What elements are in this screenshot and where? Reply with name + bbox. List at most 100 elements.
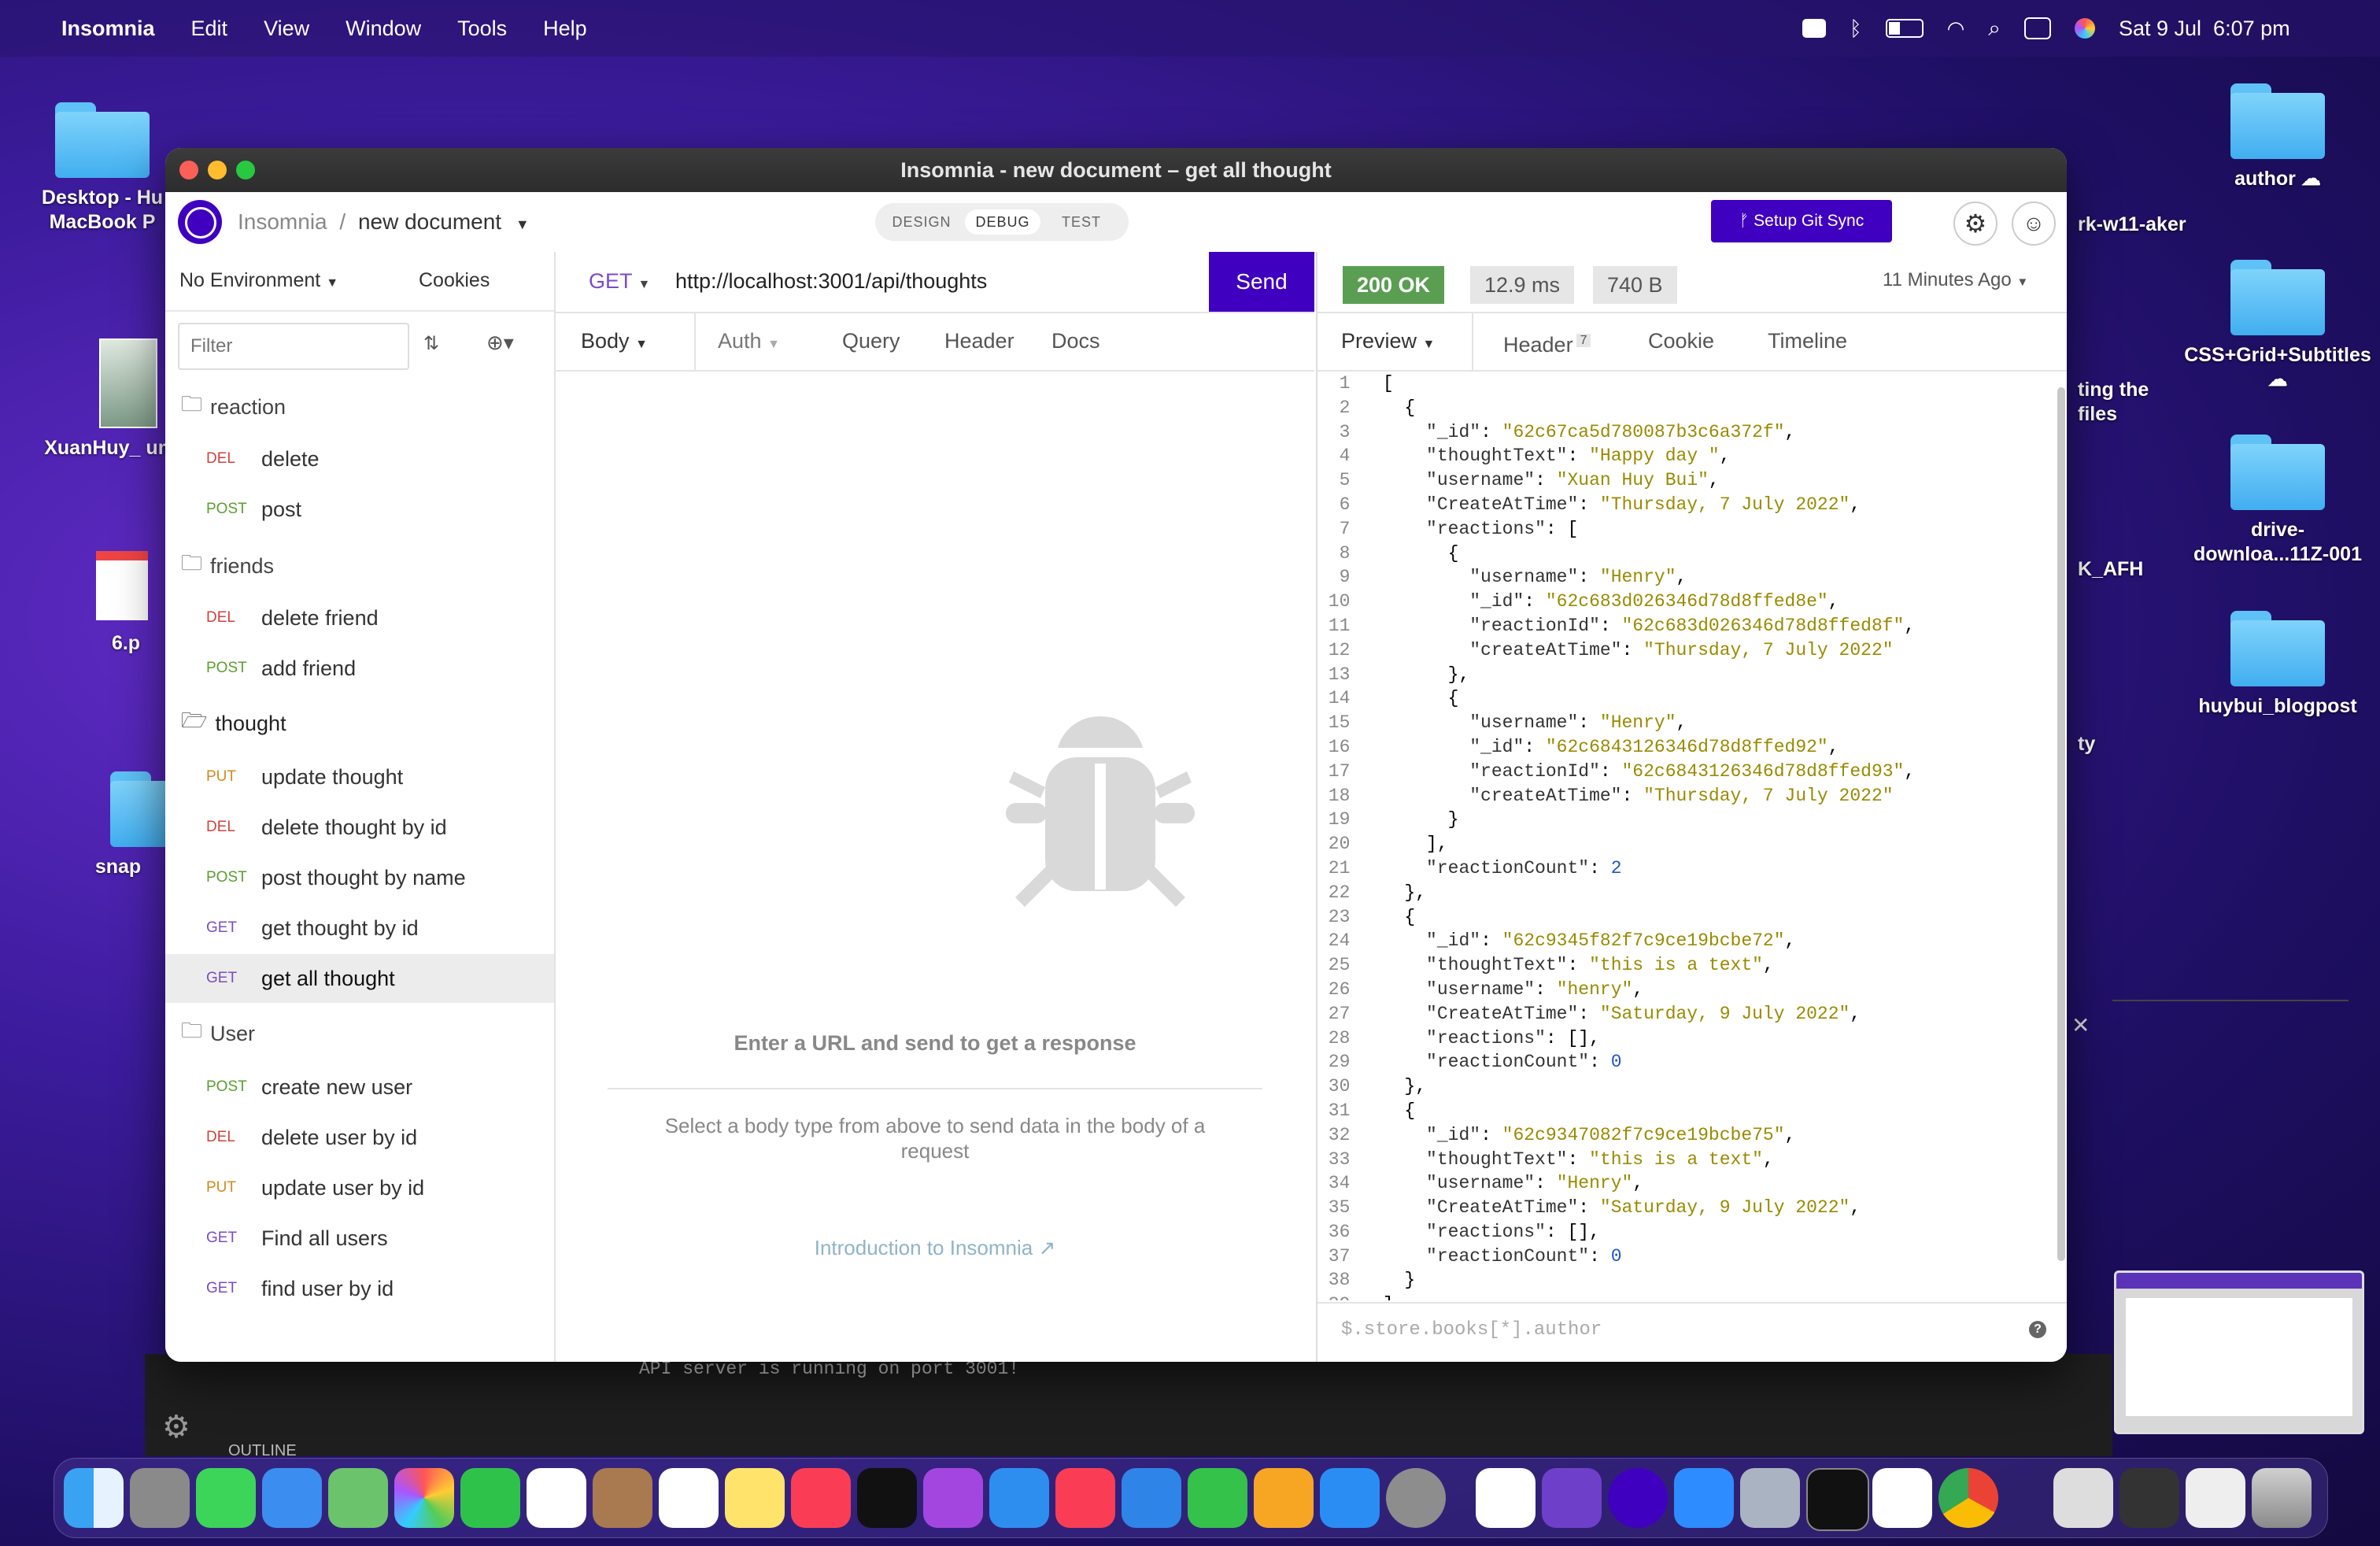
url-input[interactable]: http://localhost:3001/api/thoughts (675, 269, 987, 294)
launchpad-icon[interactable] (130, 1468, 190, 1528)
desktop-icon-partial[interactable]: K_AFH (2078, 557, 2188, 582)
chrome-icon[interactable] (1938, 1468, 1998, 1528)
request-item[interactable]: GET Find all users (165, 1214, 554, 1263)
chevron-down-icon[interactable]: ▼ (516, 216, 530, 232)
app-store-icon[interactable] (1320, 1468, 1380, 1528)
tab-body[interactable]: Body ▼ (581, 312, 648, 370)
podcasts-icon[interactable] (923, 1468, 983, 1528)
tab-header[interactable]: Header (944, 312, 1014, 370)
request-item[interactable]: GET get thought by id (165, 904, 554, 952)
settings-gear-icon[interactable]: ⚙ (162, 1409, 190, 1445)
keynote-icon[interactable] (1122, 1468, 1181, 1528)
menu-help[interactable]: Help (543, 17, 587, 41)
bluetooth-icon[interactable]: ᛒ (1850, 17, 1862, 41)
finder-icon[interactable] (64, 1468, 124, 1528)
request-item[interactable]: POST create new user (165, 1063, 554, 1111)
desktop-icon-partial[interactable]: ting the files (2078, 378, 2188, 427)
document-name[interactable]: new document (358, 209, 501, 234)
mail-icon[interactable] (262, 1468, 322, 1528)
terminal-icon[interactable] (1806, 1468, 1869, 1531)
request-item[interactable]: DEL delete user by id (165, 1113, 554, 1162)
request-item-active[interactable]: GET get all thought (165, 954, 554, 1003)
help-icon[interactable]: ? (2029, 1321, 2046, 1338)
add-icon[interactable]: ⊕▾ (486, 331, 514, 355)
folder-reaction[interactable]: 🗀 reaction (165, 383, 554, 431)
tab-preview[interactable]: Preview ▼ (1341, 312, 1435, 370)
insomnia-logo-icon[interactable] (178, 200, 222, 244)
desktop-icon-css-grid[interactable]: CSS+Grid+Subtitles ☁ (2183, 260, 2372, 392)
sort-icon[interactable]: ⇅ (423, 332, 439, 355)
safari-icon[interactable] (989, 1468, 1049, 1528)
request-item[interactable]: POST add friend (165, 644, 554, 693)
battery-icon[interactable] (1885, 19, 1924, 38)
folder-user[interactable]: 🗀 User (165, 1009, 554, 1058)
apple-tv-icon[interactable] (857, 1468, 917, 1528)
recent-window-thumbnail-icon[interactable] (2119, 1468, 2179, 1528)
settings-gear-icon[interactable]: ⚙ (1953, 202, 1998, 246)
music-icon[interactable] (791, 1468, 851, 1528)
request-item[interactable]: PUT update user by id (165, 1163, 554, 1212)
history-dropdown[interactable]: 11 Minutes Ago ▼ (1883, 269, 2028, 291)
json-preview[interactable]: 1 [ 2 { 3 "_id": "62c67ca5d780087b3c6a37… (1318, 372, 2067, 1300)
request-item[interactable]: POST post (165, 485, 554, 534)
tab-cookie[interactable]: Cookie (1648, 312, 1714, 370)
account-icon[interactable]: ☺ (2012, 202, 2056, 246)
control-center-icon[interactable] (2023, 17, 2051, 39)
desktop-icon-drive-download[interactable]: drive-downloa...11Z-001 (2191, 435, 2364, 567)
notes-icon[interactable] (725, 1468, 785, 1528)
system-preferences-icon[interactable] (1386, 1468, 1446, 1528)
reminders-icon[interactable] (659, 1468, 719, 1528)
mode-debug[interactable]: DEBUG (965, 209, 1040, 235)
clock[interactable]: Sat 9 Jul 6:07 pm (2119, 17, 2290, 41)
zoom-window-button[interactable] (236, 161, 255, 179)
request-item[interactable]: PUT update thought (165, 753, 554, 801)
recent-window-thumbnail-icon[interactable] (2053, 1468, 2113, 1528)
minimize-window-button[interactable] (208, 161, 227, 179)
tab-response-header[interactable]: Header 7 (1503, 312, 1591, 370)
close-icon[interactable]: ✕ (2071, 1012, 2090, 1038)
tab-auth[interactable]: Auth ▼ (718, 312, 780, 370)
wifi-icon[interactable]: ◠ (1947, 17, 1965, 41)
trash-icon[interactable] (2252, 1468, 2312, 1528)
menu-app-name[interactable]: Insomnia (61, 17, 155, 41)
json-filter-input[interactable]: $.store.books[*].author (1341, 1319, 1602, 1341)
request-item[interactable]: POST post thought by name (165, 853, 554, 902)
request-item[interactable]: DEL delete thought by id (165, 803, 554, 852)
maps-icon[interactable] (328, 1468, 388, 1528)
close-window-button[interactable] (179, 161, 198, 179)
menu-edit[interactable]: Edit (191, 17, 228, 41)
menu-tools[interactable]: Tools (457, 17, 507, 41)
filter-input[interactable] (178, 323, 409, 370)
mongodb-compass-icon[interactable] (1872, 1468, 1932, 1528)
scrollbar[interactable] (2057, 387, 2065, 1261)
tab-docs[interactable]: Docs (1051, 312, 1100, 370)
insomnia-dock-icon[interactable] (1608, 1468, 1668, 1528)
menu-window[interactable]: Window (346, 17, 421, 41)
folder-friends[interactable]: 🗀 friends (165, 542, 554, 590)
photos-icon[interactable] (394, 1468, 454, 1528)
search-icon[interactable]: ⌕ (1988, 16, 2001, 42)
introduction-link[interactable]: Introduction to Insomnia ↗ (556, 1236, 1314, 1260)
vscode-icon[interactable] (1476, 1468, 1536, 1528)
mode-test[interactable]: TEST (1044, 209, 1119, 235)
menu-view[interactable]: View (264, 17, 309, 41)
recent-window-thumbnail-icon[interactable] (2186, 1468, 2245, 1528)
zoom-icon[interactable] (1674, 1468, 1734, 1528)
breadcrumb-root[interactable]: Insomnia (238, 209, 327, 234)
calendar-icon[interactable] (527, 1468, 586, 1528)
desktop-icon-partial[interactable]: ty (2078, 732, 2188, 756)
request-item[interactable]: DEL delete friend (165, 594, 554, 642)
tab-timeline[interactable]: Timeline (1768, 312, 1847, 370)
numbers-icon[interactable] (1188, 1468, 1247, 1528)
desktop-icon-huybui-blogpost[interactable]: huybui_blogpost (2191, 611, 2364, 719)
contacts-icon[interactable] (593, 1468, 652, 1528)
pages-icon[interactable] (1254, 1468, 1314, 1528)
github-desktop-icon[interactable] (1542, 1468, 1602, 1528)
request-item[interactable]: GET find user by id (165, 1264, 554, 1313)
request-item[interactable]: DEL delete (165, 435, 554, 483)
news-icon[interactable] (1055, 1468, 1115, 1528)
cookies-button[interactable]: Cookies (419, 269, 490, 292)
send-button[interactable]: Send (1209, 252, 1314, 312)
desktop-icon-desktop[interactable]: Desktop - Hu MacBook P (16, 102, 189, 235)
facetime-icon[interactable] (460, 1468, 520, 1528)
